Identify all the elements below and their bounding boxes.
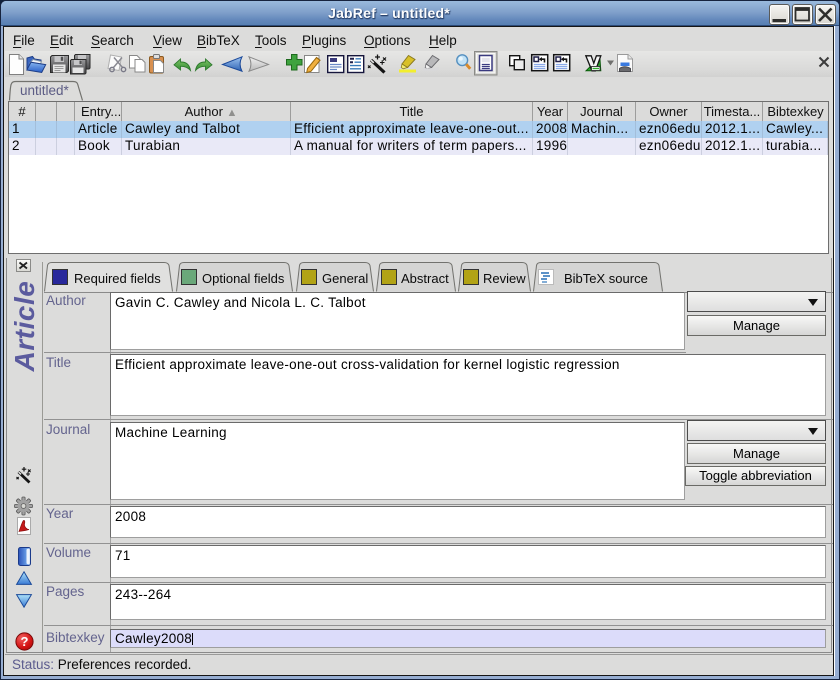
svg-text:?: ? (21, 634, 29, 649)
